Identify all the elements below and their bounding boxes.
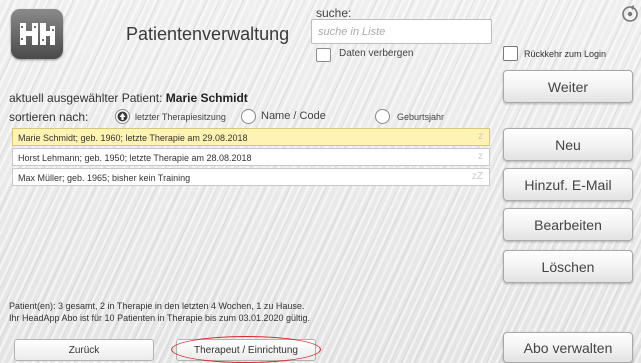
selected-patient-line: aktuell ausgewählter Patient: Marie Schm… — [9, 91, 248, 105]
patient-row-text: Marie Schmidt; geb. 1960; letzte Therapi… — [18, 133, 248, 143]
sort-by-birthyear-label: Geburtsjahr — [397, 112, 445, 122]
weiter-button[interactable]: Weiter — [503, 70, 633, 103]
add-email-button[interactable]: Hinzuf. E-Mail — [503, 168, 633, 201]
hide-data-checkbox[interactable] — [316, 48, 331, 62]
sort-by-birthyear-radio[interactable] — [375, 109, 390, 124]
footer-info: Patient(en): 3 gesamt, 2 in Therapie in … — [9, 300, 310, 324]
manage-subscription-button[interactable]: Abo verwalten — [503, 332, 633, 363]
sleep-indicator: zZ — [471, 171, 483, 182]
search-input[interactable] — [311, 19, 492, 44]
search-label: suche: — [316, 6, 352, 20]
patient-row[interactable]: Horst Lehmann; geb. 1950; letzte Therapi… — [12, 148, 490, 166]
patient-list: Marie Schmidt; geb. 1960; letzte Therapi… — [12, 128, 490, 188]
patient-row[interactable]: Marie Schmidt; geb. 1960; letzte Therapi… — [12, 128, 490, 146]
sleep-indicator: z — [478, 131, 483, 142]
selected-patient-name: Marie Schmidt — [165, 91, 248, 105]
patient-row-text: Max Müller; geb. 1965; bisher kein Train… — [18, 173, 191, 183]
back-button[interactable]: Zurück — [14, 339, 154, 361]
hide-data-label: Daten verbergen — [339, 48, 414, 59]
delete-button[interactable]: Löschen — [503, 250, 633, 283]
sort-by-name-label: Name / Code — [261, 110, 326, 122]
sort-by-last-session-label: letzter Therapiesitzung — [135, 112, 226, 122]
page-title: Patientenverwaltung — [126, 24, 290, 44]
new-patient-button[interactable]: Neu — [503, 128, 633, 161]
sort-by-last-session-radio[interactable] — [115, 109, 130, 124]
return-login-label: Rückkehr zum Login — [524, 49, 607, 59]
highlight-ring — [171, 336, 321, 363]
sort-label: sortieren nach: — [9, 110, 89, 124]
patient-row-text: Horst Lehmann; geb. 1950; letzte Therapi… — [18, 153, 252, 163]
sort-by-name-radio[interactable] — [241, 109, 256, 124]
return-login-checkbox[interactable] — [503, 46, 518, 61]
sleep-indicator: z — [478, 151, 483, 162]
selected-patient-prefix: aktuell ausgewählter Patient: — [9, 91, 163, 105]
patient-row[interactable]: Max Müller; geb. 1965; bisher kein Train… — [12, 168, 490, 186]
headapp-logo-icon — [11, 9, 63, 59]
refresh-icon[interactable] — [618, 2, 640, 24]
footer-patient-stats: Patient(en): 3 gesamt, 2 in Therapie in … — [9, 301, 305, 311]
sort-options: sortieren nach: letzter Therapiesitzung … — [9, 109, 489, 125]
footer-subscription-info: Ihr HeadApp Abo ist für 10 Patienten in … — [9, 313, 311, 323]
edit-button[interactable]: Bearbeiten — [503, 208, 633, 241]
